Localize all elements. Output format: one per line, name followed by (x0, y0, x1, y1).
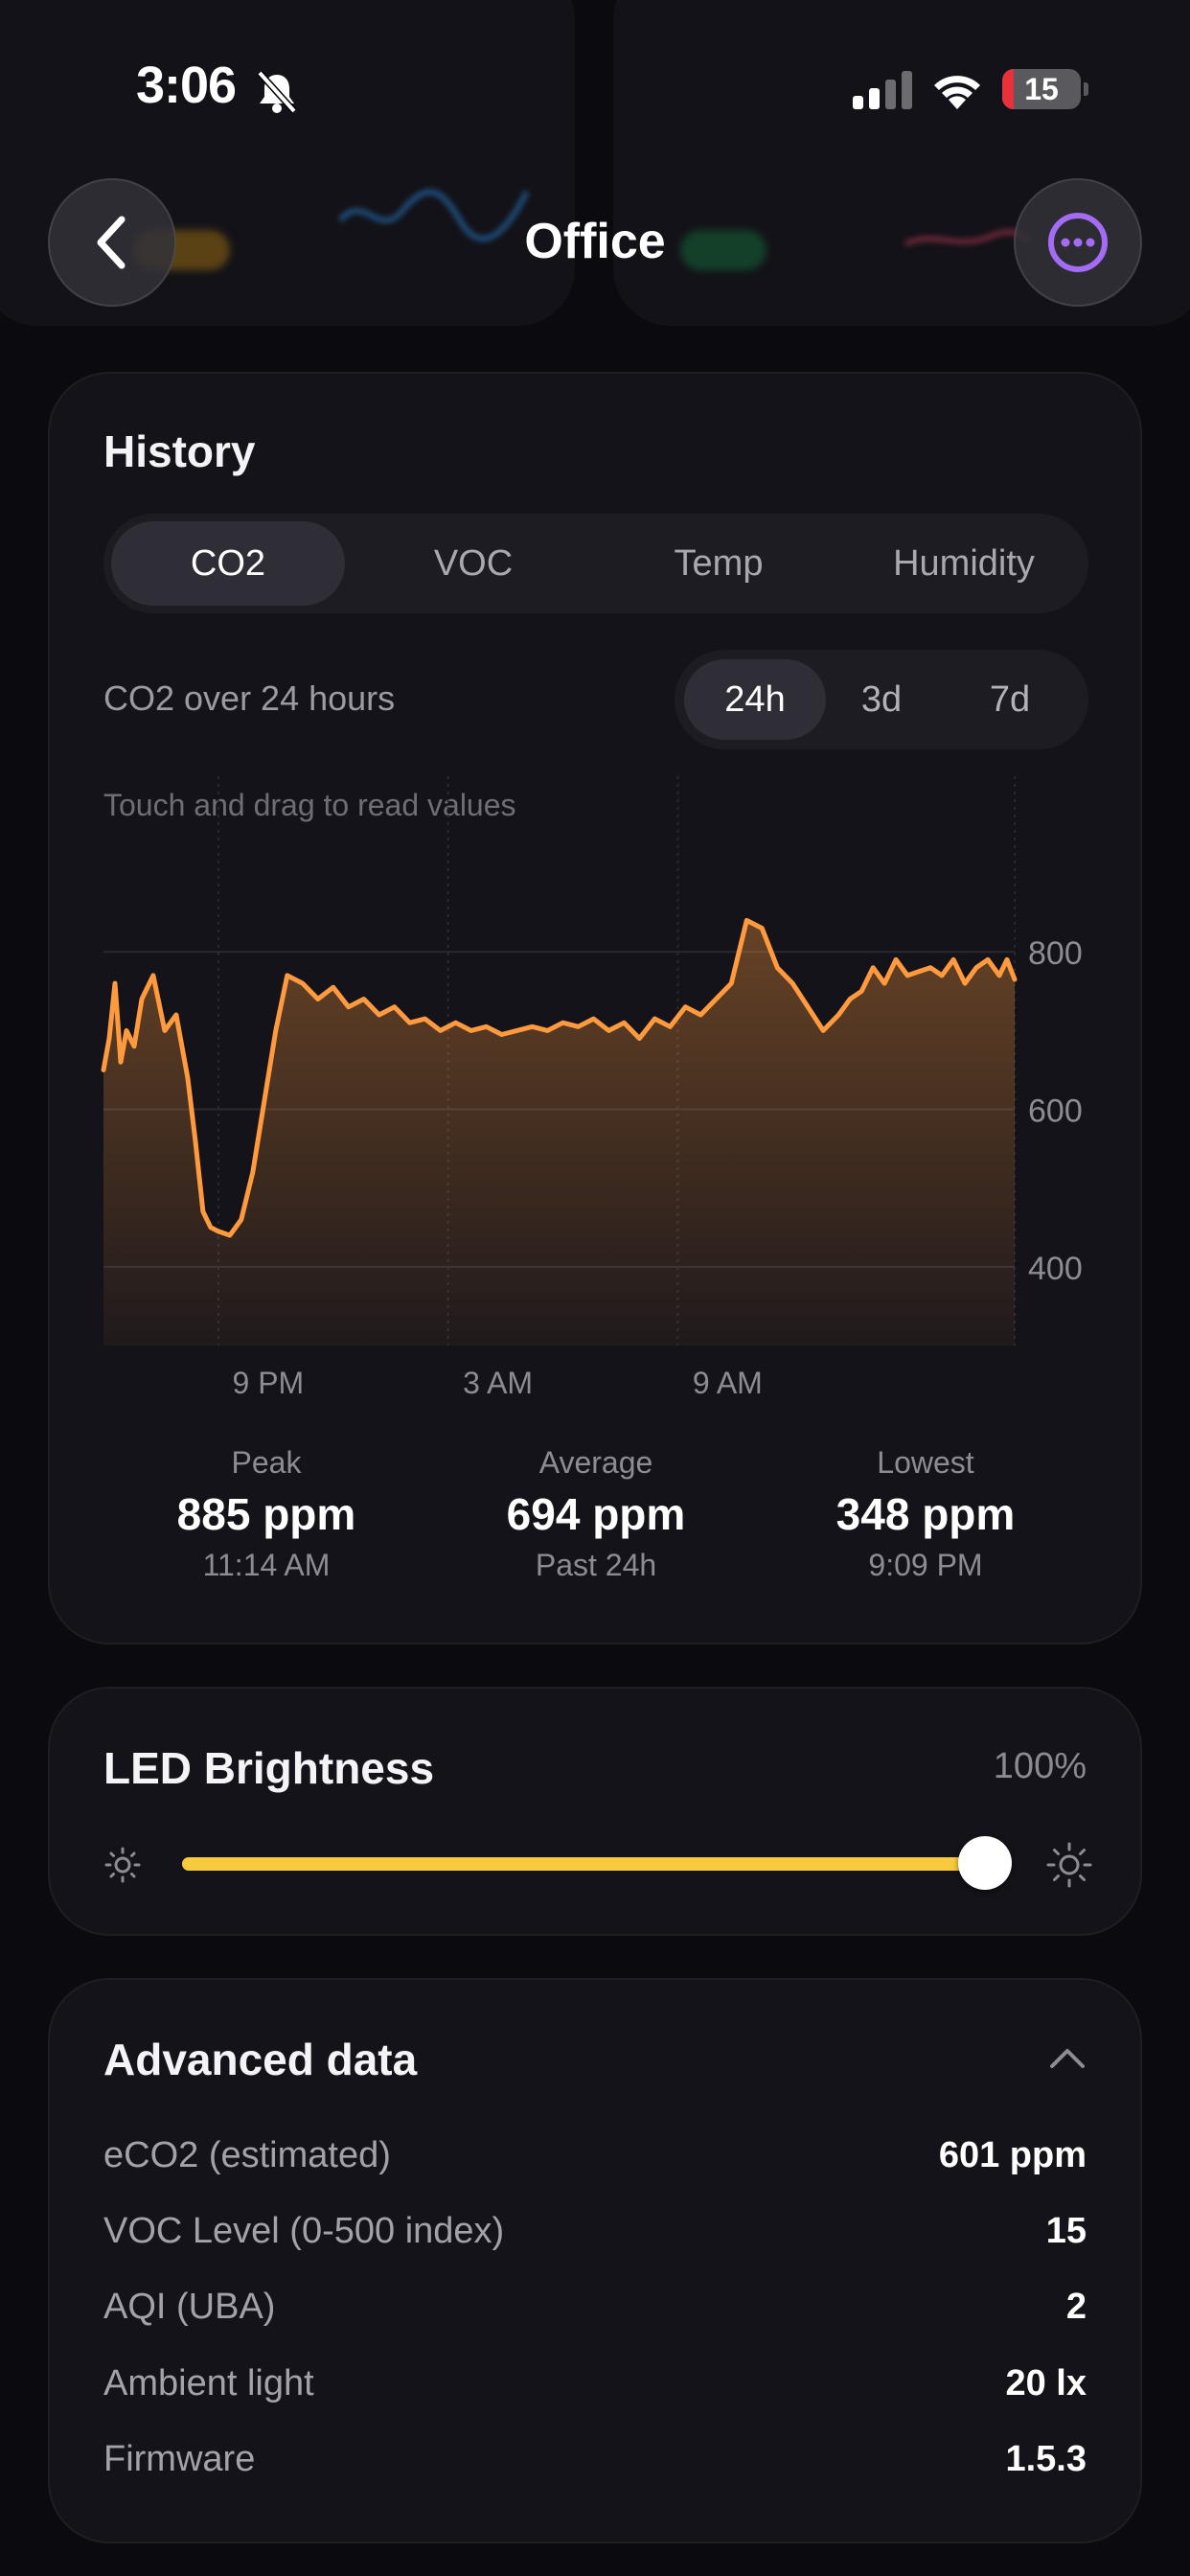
brightness-slider[interactable] (182, 1836, 1012, 1890)
slider-thumb[interactable] (958, 1836, 1012, 1890)
advanced-title[interactable]: Advanced data (103, 2034, 417, 2085)
led-title: LED Brightness (103, 1743, 435, 1793)
led-brightness-card: LED Brightness 100% (48, 1687, 1142, 1936)
stat-label: Lowest (877, 1445, 974, 1480)
co2-area-fill (103, 920, 1015, 1346)
co2-history-chart[interactable]: 800 600 400 9 PM 3 AM 9 AM (50, 374, 1144, 1428)
x-tick-label: 9 PM (233, 1366, 305, 1400)
x-tick-label: 9 AM (693, 1366, 763, 1400)
stat-label: Average (538, 1445, 653, 1480)
cellular-signal-icon (853, 71, 912, 109)
stat-average: Average 694 ppm Past 24h (433, 1445, 759, 1583)
advanced-row-aqi: AQI (UBA) 2 (103, 2287, 1087, 2344)
stat-sub: 9:09 PM (868, 1548, 983, 1582)
more-options-button[interactable] (1014, 178, 1142, 307)
y-tick-label: 600 (1028, 1093, 1083, 1130)
sun-low-icon (104, 1847, 141, 1883)
page-title: Office (524, 214, 666, 269)
wifi-icon (934, 76, 980, 109)
stat-value: 694 ppm (506, 1489, 686, 1539)
advanced-data-card: Advanced data eCO2 (estimated) 601 ppm V… (48, 1978, 1142, 2543)
row-value: 15 (1045, 2211, 1087, 2251)
y-tick-label: 400 (1028, 1251, 1083, 1287)
stat-value: 885 ppm (176, 1489, 356, 1539)
led-percent: 100% (993, 1746, 1087, 1786)
y-tick-label: 800 (1028, 935, 1083, 972)
row-key: Firmware (103, 2439, 256, 2479)
battery-indicator: 15 (1002, 69, 1081, 109)
chevron-up-icon[interactable] (1048, 2045, 1087, 2070)
advanced-row-voc: VOC Level (0-500 index) 15 (103, 2211, 1087, 2268)
advanced-row-ambient-light: Ambient light 20 lx (103, 2363, 1087, 2421)
bell-slash-icon (257, 70, 297, 114)
row-value: 601 ppm (938, 2135, 1087, 2175)
advanced-row-firmware: Firmware 1.5.3 (103, 2439, 1087, 2496)
battery-cap (1084, 82, 1088, 96)
stat-value: 348 ppm (835, 1489, 1016, 1539)
status-time: 3:06 (136, 57, 237, 114)
sun-high-icon (1046, 1842, 1092, 1888)
status-bar: 3:06 15 (0, 0, 1190, 182)
row-key: VOC Level (0-500 index) (103, 2211, 505, 2251)
stat-sub: 11:14 AM (202, 1548, 331, 1582)
x-tick-label: 3 AM (463, 1366, 533, 1400)
row-key: AQI (UBA) (103, 2287, 276, 2327)
history-card: History CO2 VOC Temp Humidity CO2 over 2… (48, 372, 1142, 1644)
slider-fill (182, 1857, 985, 1871)
row-value: 2 (1065, 2287, 1087, 2327)
stat-lowest: Lowest 348 ppm 9:09 PM (763, 1445, 1088, 1583)
stat-label: Peak (231, 1445, 302, 1480)
stat-peak: Peak 885 ppm 11:14 AM (103, 1445, 429, 1583)
row-key: eCO2 (estimated) (103, 2135, 391, 2175)
row-value: 1.5.3 (1005, 2439, 1087, 2479)
row-value: 20 lx (1005, 2363, 1087, 2404)
stat-sub: Past 24h (535, 1548, 657, 1582)
ellipsis-circle-icon (1048, 213, 1108, 272)
row-key: Ambient light (103, 2363, 314, 2404)
advanced-row-eco2: eCO2 (estimated) 601 ppm (103, 2135, 1087, 2193)
